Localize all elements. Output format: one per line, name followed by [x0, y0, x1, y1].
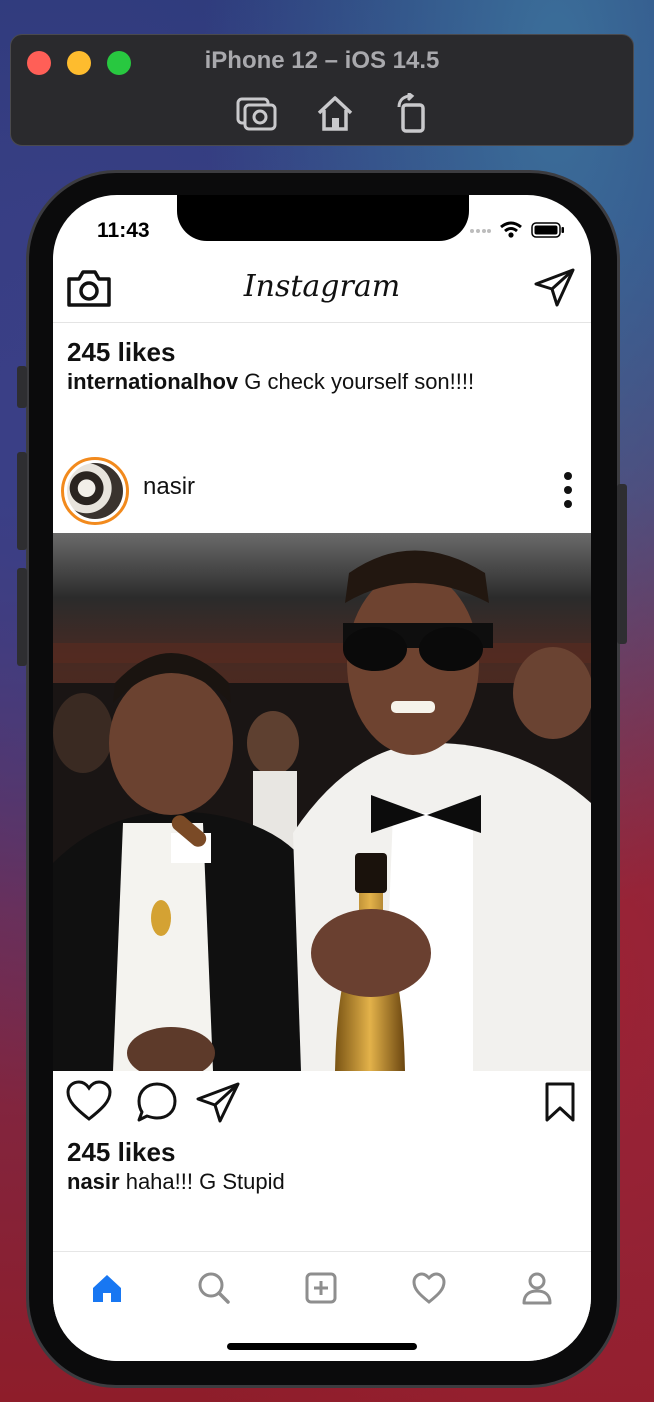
home-icon[interactable] [313, 93, 357, 133]
previous-post-likes[interactable]: 245 likes [67, 337, 175, 368]
previous-post-caption: internationalhov G check yourself son!!!… [67, 369, 474, 395]
caption-text: G check yourself son!!!! [238, 369, 475, 394]
post-photo[interactable] [53, 533, 591, 1071]
simulator-title: iPhone 12 – iOS 14.5 [204, 47, 440, 74]
app-header: Instagram [53, 261, 591, 323]
post-actions [53, 1079, 591, 1135]
comment-icon[interactable] [135, 1081, 179, 1123]
more-options-icon[interactable] [563, 471, 573, 509]
avatar-image [67, 463, 123, 519]
app-logo: Instagram [243, 269, 401, 304]
screenshot-icon[interactable] [235, 93, 279, 133]
bookmark-icon[interactable] [543, 1081, 577, 1123]
cellular-icon [470, 229, 491, 233]
volume-up-button [17, 452, 27, 550]
post-caption: nasir haha!!! G Stupid [67, 1169, 285, 1195]
caption-username[interactable]: internationalhov [67, 369, 238, 394]
direct-message-icon[interactable] [533, 267, 577, 307]
notch [177, 195, 469, 241]
post-username[interactable]: nasir [143, 473, 195, 501]
profile-icon[interactable] [519, 1270, 555, 1306]
status-time: 11:43 [97, 219, 150, 242]
post-header: nasir [53, 453, 591, 533]
device-screen: 11:43 Instagram 245 likes internationalh… [53, 195, 591, 1361]
home-indicator[interactable] [227, 1343, 417, 1350]
photo-illustration [53, 533, 591, 1071]
caption-text: haha!!! G Stupid [119, 1169, 285, 1194]
like-heart-icon[interactable] [65, 1079, 113, 1123]
avatar[interactable] [61, 457, 129, 525]
share-icon[interactable] [195, 1081, 241, 1123]
rotate-icon[interactable] [391, 93, 435, 133]
volume-down-button [17, 568, 27, 666]
activity-heart-icon[interactable] [411, 1270, 447, 1306]
power-button [617, 484, 627, 644]
home-icon[interactable] [89, 1270, 125, 1306]
status-indicators [469, 221, 565, 239]
mute-switch [17, 366, 27, 408]
battery-icon [531, 222, 564, 238]
wifi-icon [500, 221, 522, 238]
caption-username[interactable]: nasir [67, 1169, 120, 1194]
search-icon[interactable] [196, 1270, 232, 1306]
add-post-icon[interactable] [303, 1270, 339, 1306]
post-likes[interactable]: 245 likes [67, 1137, 175, 1168]
simulator-title-bar: iPhone 12 – iOS 14.5 [10, 34, 634, 146]
